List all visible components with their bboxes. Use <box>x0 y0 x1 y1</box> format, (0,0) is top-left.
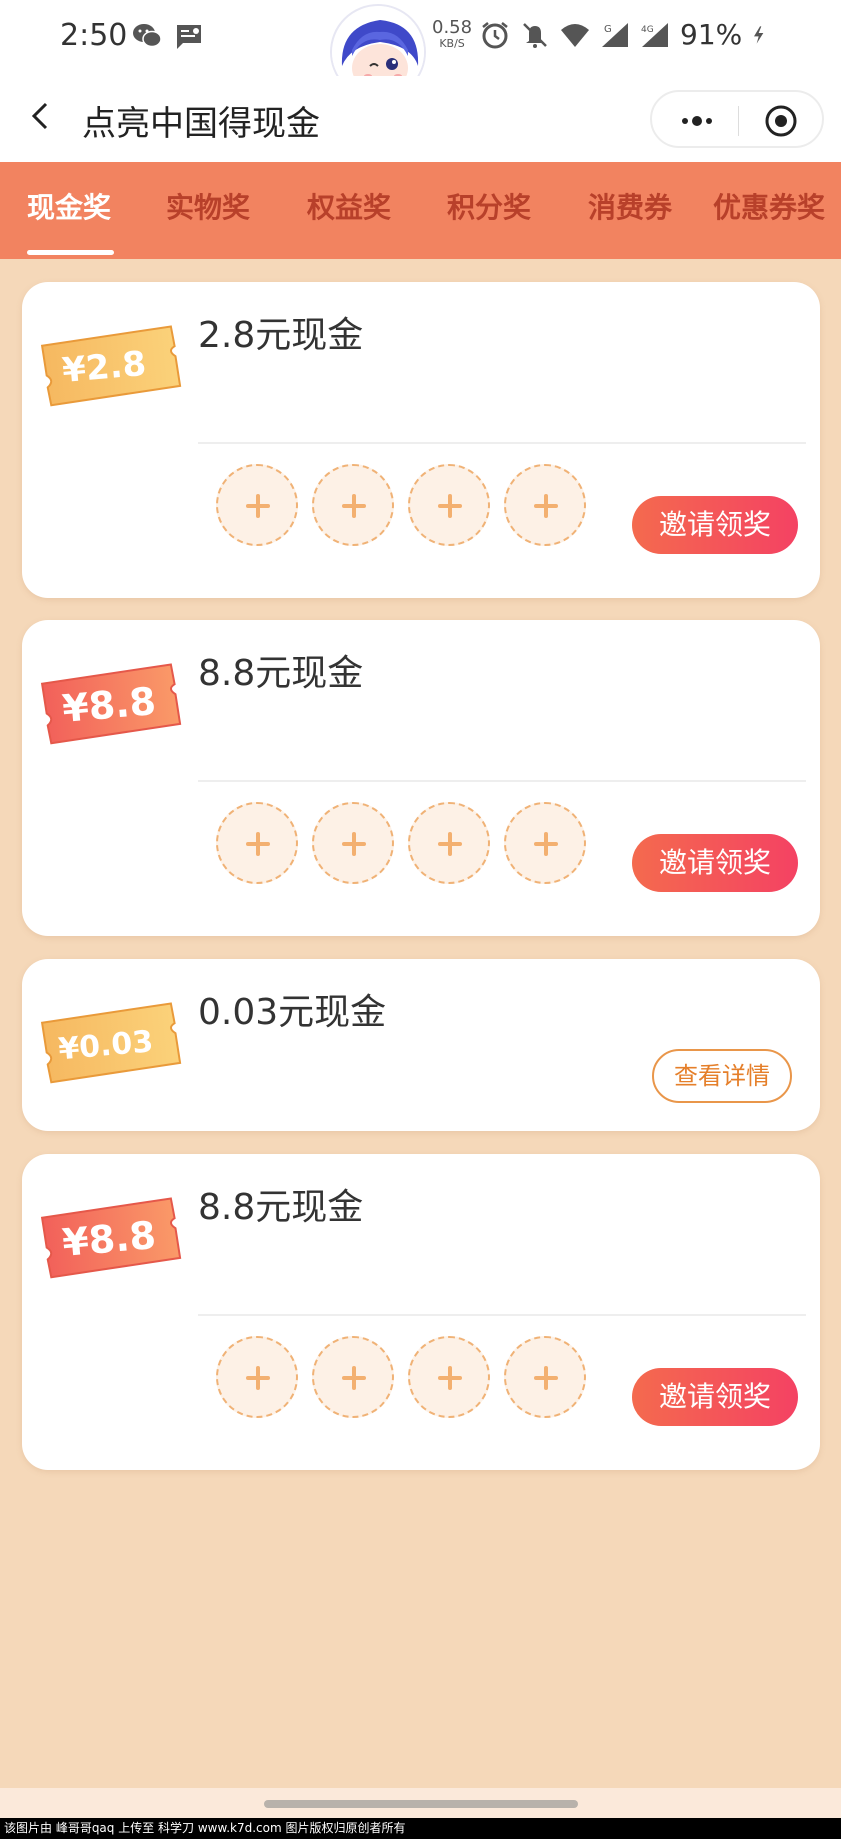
status-bar: 2:50 0.58 KB/S G 4G 91% <box>0 0 841 100</box>
prize-card: ¥8.8 8.8元现金 邀请领奖 <box>22 620 820 936</box>
prize-card: ¥0.03 0.03元现金 查看详情 <box>22 959 820 1131</box>
invite-slot[interactable] <box>504 802 586 884</box>
prize-title: 0.03元现金 <box>198 992 387 1033</box>
back-icon[interactable] <box>22 96 62 136</box>
invite-slot[interactable] <box>408 802 490 884</box>
ticket-icon: ¥2.8 <box>40 325 182 407</box>
svg-text:4G: 4G <box>641 25 654 35</box>
ticket-amount: ¥8.8 <box>60 1213 157 1265</box>
invite-slot[interactable] <box>504 1336 586 1418</box>
prize-title: 8.8元现金 <box>198 653 364 694</box>
network-speed: 0.58 KB/S <box>432 17 473 52</box>
tab-consumer-voucher[interactable]: 消费券 <box>588 186 672 226</box>
home-indicator[interactable] <box>264 1800 578 1808</box>
wifi-icon <box>561 23 589 47</box>
tab-cash[interactable]: 现金奖 <box>27 186 111 226</box>
prize-title: 2.8元现金 <box>198 315 364 356</box>
status-icons-right: G 4G 91% <box>480 18 772 51</box>
invite-slot[interactable] <box>408 464 490 546</box>
watermark: 该图片由 峰哥哥qaq 上传至 科学刀 www.k7d.com 图片版权归原创者… <box>0 1818 841 1839</box>
status-time: 2:50 <box>60 18 128 53</box>
card-divider <box>198 442 806 444</box>
ticket-amount: ¥2.8 <box>61 344 148 391</box>
prize-tabs: 现金奖 实物奖 权益奖 积分奖 消费券 优惠券奖 <box>0 162 841 259</box>
wechat-icon <box>133 24 162 48</box>
card-divider <box>198 1314 806 1316</box>
svg-text:G: G <box>604 24 612 35</box>
charging-icon <box>754 25 764 44</box>
battery-level: 91% <box>680 18 743 51</box>
network-speed-value: 0.58 <box>432 17 473 38</box>
invite-slot[interactable] <box>216 1336 298 1418</box>
tab-points[interactable]: 积分奖 <box>447 186 531 226</box>
invite-slot[interactable] <box>312 1336 394 1418</box>
network-speed-unit: KB/S <box>439 37 465 50</box>
invite-slot[interactable] <box>504 464 586 546</box>
close-target-icon[interactable] <box>762 102 800 140</box>
ticket-icon: ¥8.8 <box>40 663 182 745</box>
invite-slot[interactable] <box>216 464 298 546</box>
tab-coupon[interactable]: 优惠券奖 <box>713 186 825 226</box>
capsule-divider <box>738 106 739 136</box>
tab-physical[interactable]: 实物奖 <box>166 186 250 226</box>
page-title: 点亮中国得现金 <box>82 104 320 144</box>
prize-title: 8.8元现金 <box>198 1187 364 1228</box>
ticket-icon: ¥8.8 <box>40 1197 182 1279</box>
prize-card: ¥2.8 2.8元现金 邀请领奖 <box>22 282 820 598</box>
ticket-icon: ¥0.03 <box>40 1002 182 1084</box>
card-divider <box>198 780 806 782</box>
active-tab-indicator <box>27 250 114 255</box>
message-icon <box>177 25 201 49</box>
alarm-icon <box>482 21 508 48</box>
prize-card: ¥8.8 8.8元现金 邀请领奖 <box>22 1154 820 1470</box>
more-icon[interactable] <box>677 106 717 136</box>
ticket-amount: ¥8.8 <box>60 679 157 731</box>
invite-slot[interactable] <box>312 464 394 546</box>
invite-claim-button[interactable]: 邀请领奖 <box>632 496 798 554</box>
mini-program-capsule <box>650 90 824 148</box>
status-icons-left <box>132 22 204 50</box>
mute-icon <box>523 22 547 48</box>
signal-g-icon: G <box>602 22 628 47</box>
invite-slot[interactable] <box>216 802 298 884</box>
invite-slot[interactable] <box>408 1336 490 1418</box>
nav-header: 点亮中国得现金 <box>0 76 841 162</box>
signal-4g-icon: 4G <box>641 22 668 47</box>
view-details-button[interactable]: 查看详情 <box>652 1049 792 1103</box>
tab-rights[interactable]: 权益奖 <box>307 186 391 226</box>
invite-slot[interactable] <box>312 802 394 884</box>
invite-claim-button[interactable]: 邀请领奖 <box>632 1368 798 1426</box>
invite-claim-button[interactable]: 邀请领奖 <box>632 834 798 892</box>
